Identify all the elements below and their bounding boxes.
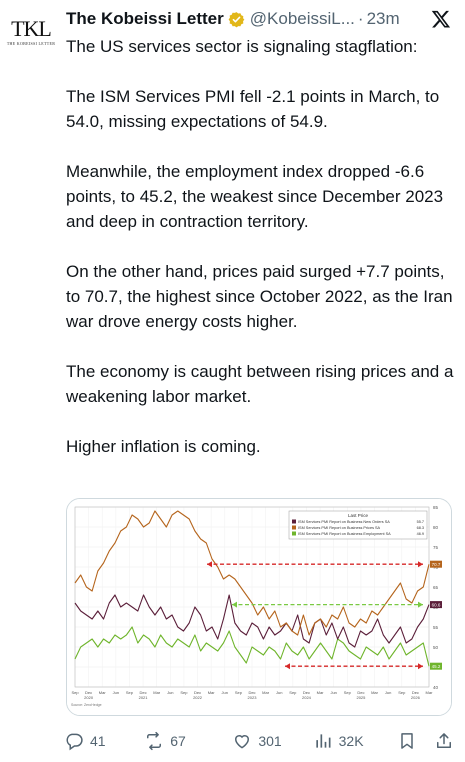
x-tick-label: Sep bbox=[126, 690, 134, 695]
tweet-text: The US services sector is signaling stag… bbox=[66, 34, 458, 484]
x-tick-label: Jun bbox=[276, 690, 282, 695]
legend-title: Last Price bbox=[348, 513, 369, 518]
x-tick-label: Mar bbox=[153, 690, 161, 695]
y-tick-label: 50 bbox=[433, 645, 439, 650]
user-handle[interactable]: @KobeissiL... bbox=[250, 9, 355, 29]
heart-icon bbox=[235, 735, 250, 749]
end-label: 70.7 bbox=[432, 562, 441, 567]
share-icon bbox=[437, 733, 452, 748]
x-year-label: 2023 bbox=[248, 695, 258, 700]
reply-icon bbox=[66, 733, 83, 751]
views-count: 32K bbox=[338, 733, 364, 749]
repost-icon bbox=[147, 731, 162, 751]
legend-value: 68.3 bbox=[417, 526, 424, 530]
legend-swatch bbox=[292, 531, 296, 536]
action-bar: 41 67 301 32K bbox=[64, 728, 454, 754]
x-tick-label: Mar bbox=[371, 690, 379, 695]
legend-value: 46.9 bbox=[417, 532, 424, 536]
y-tick-label: 65 bbox=[433, 585, 439, 590]
x-year-label: 2026 bbox=[411, 695, 421, 700]
x-tick-label: Jun bbox=[330, 690, 336, 695]
tweet-image[interactable]: 85807570656055504540SepDecMarJunSepDecMa… bbox=[66, 498, 452, 716]
like-count: 301 bbox=[258, 733, 282, 749]
header-separator: · bbox=[357, 9, 364, 28]
tweet-paragraph: The economy is caught between rising pri… bbox=[66, 362, 459, 406]
avatar-logo: TKL bbox=[11, 16, 52, 41]
x-tick-label: Mar bbox=[99, 690, 107, 695]
legend-entry: ISM Services PMI Report on Business Pric… bbox=[298, 526, 381, 530]
legend-swatch bbox=[292, 525, 296, 530]
views-icon bbox=[315, 734, 331, 748]
reply-button[interactable]: 41 bbox=[64, 731, 144, 751]
legend-value: 55.7 bbox=[417, 520, 424, 524]
x-tick-label: Sep bbox=[180, 690, 188, 695]
like-button[interactable]: 301 bbox=[232, 731, 312, 751]
legend-swatch bbox=[292, 519, 296, 524]
tweet-paragraph: On the other hand, prices paid surged +7… bbox=[66, 262, 458, 331]
x-logo-icon[interactable] bbox=[431, 9, 451, 29]
bookmark-button[interactable] bbox=[397, 731, 434, 751]
x-year-label: 2024 bbox=[302, 695, 312, 700]
y-tick-label: 40 bbox=[433, 685, 439, 690]
views-button[interactable]: 32K bbox=[313, 731, 397, 751]
x-tick-label: Mar bbox=[208, 690, 216, 695]
end-label: 45.2 bbox=[432, 664, 441, 669]
x-year-label: 2021 bbox=[139, 695, 149, 700]
repost-button[interactable]: 67 bbox=[144, 731, 232, 751]
verified-badge-icon bbox=[228, 11, 245, 27]
avatar[interactable]: TKL THE KOBEISSI LETTER bbox=[6, 18, 56, 54]
x-tick-label: Mar bbox=[317, 690, 325, 695]
bookmark-icon bbox=[401, 733, 413, 749]
x-tick-label: Sep bbox=[289, 690, 297, 695]
x-tick-label: Mar bbox=[426, 690, 434, 695]
y-tick-label: 75 bbox=[433, 545, 439, 550]
timestamp[interactable]: 23m bbox=[367, 9, 400, 29]
display-name[interactable]: The Kobeissi Letter bbox=[66, 9, 224, 29]
x-tick-label: Jun bbox=[222, 690, 228, 695]
chart: 85807570656055504540SepDecMarJunSepDecMa… bbox=[67, 499, 451, 715]
tweet-paragraph: The US services sector is signaling stag… bbox=[66, 37, 418, 56]
repost-count: 67 bbox=[170, 733, 186, 749]
tweet[interactable]: TKL THE KOBEISSI LETTER The Kobeissi Let… bbox=[0, 0, 465, 762]
tweet-paragraph: The ISM Services PMI fell -2.1 points in… bbox=[66, 87, 444, 131]
share-button[interactable] bbox=[434, 731, 454, 751]
x-tick-label: Jun bbox=[385, 690, 391, 695]
legend-entry: ISM Services PMI Report on Business Empl… bbox=[298, 532, 391, 536]
x-tick-label: Sep bbox=[398, 690, 406, 695]
y-tick-label: 80 bbox=[433, 525, 439, 530]
x-tick-label: Sep bbox=[71, 690, 79, 695]
x-year-label: 2020 bbox=[84, 695, 94, 700]
x-tick-label: Sep bbox=[235, 690, 243, 695]
avatar-subtext: THE KOBEISSI LETTER bbox=[6, 41, 56, 46]
x-year-label: 2025 bbox=[356, 695, 366, 700]
y-tick-label: 85 bbox=[433, 505, 439, 510]
tweet-paragraph: Meanwhile, the employment index dropped … bbox=[66, 162, 448, 231]
chart-source: Source: ZeroHedge bbox=[71, 703, 102, 707]
x-year-label: 2022 bbox=[193, 695, 203, 700]
tweet-header: The Kobeissi Letter @KobeissiL... · 23m bbox=[66, 8, 456, 30]
end-label: 60.6 bbox=[432, 603, 441, 608]
x-tick-label: Sep bbox=[344, 690, 352, 695]
legend-entry: ISM Services PMI Report on Business New … bbox=[298, 520, 390, 524]
x-tick-label: Jun bbox=[113, 690, 119, 695]
y-tick-label: 55 bbox=[433, 625, 439, 630]
x-tick-label: Mar bbox=[262, 690, 270, 695]
x-tick-label: Jun bbox=[167, 690, 173, 695]
tweet-paragraph: Higher inflation is coming. bbox=[66, 437, 261, 456]
reply-count: 41 bbox=[90, 733, 106, 749]
